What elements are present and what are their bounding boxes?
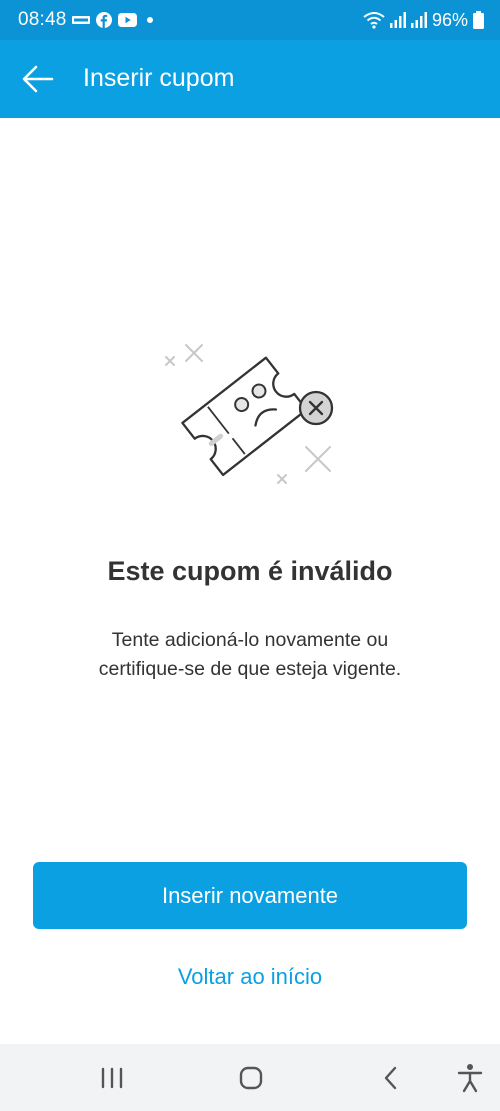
signal-icon <box>389 12 406 28</box>
battery-icon <box>473 11 484 29</box>
dot-icon <box>147 17 153 23</box>
status-bar: 08:48 96% <box>0 0 500 40</box>
app-bar: Inserir cupom <box>0 40 500 118</box>
notification-icon <box>72 16 90 24</box>
home-button[interactable] <box>233 1060 269 1096</box>
recent-apps-button[interactable] <box>94 1060 130 1096</box>
home-icon <box>239 1066 263 1090</box>
wifi-icon <box>363 12 385 29</box>
accessibility-icon <box>457 1064 483 1093</box>
system-nav-bar <box>0 1044 500 1111</box>
back-to-home-link[interactable]: Voltar ao início <box>120 955 380 999</box>
back-button[interactable] <box>14 58 62 100</box>
battery-level: 96% <box>431 9 468 30</box>
system-back-button[interactable] <box>373 1060 409 1096</box>
recent-apps-icon <box>101 1067 123 1089</box>
arrow-left-icon <box>22 65 54 93</box>
invalid-coupon-icon <box>165 344 334 484</box>
error-description-line-1: Tente adicioná-lo novamente ou <box>111 629 389 651</box>
youtube-icon <box>118 13 137 27</box>
retry-button[interactable]: Inserir novamente <box>33 862 467 929</box>
facebook-icon <box>96 12 112 28</box>
page-title: Inserir cupom <box>83 64 235 92</box>
back-icon <box>384 1066 397 1090</box>
error-description-line-2: certifique-se de que esteja vigente. <box>98 658 402 680</box>
signal-icon-2 <box>410 12 427 28</box>
status-time: 08:48 <box>18 9 67 30</box>
error-title: Este cupom é inválido <box>107 556 393 586</box>
error-description: Tente adicioná-lo novamente ou certifiqu… <box>40 626 460 684</box>
accessibility-button[interactable] <box>452 1060 488 1096</box>
